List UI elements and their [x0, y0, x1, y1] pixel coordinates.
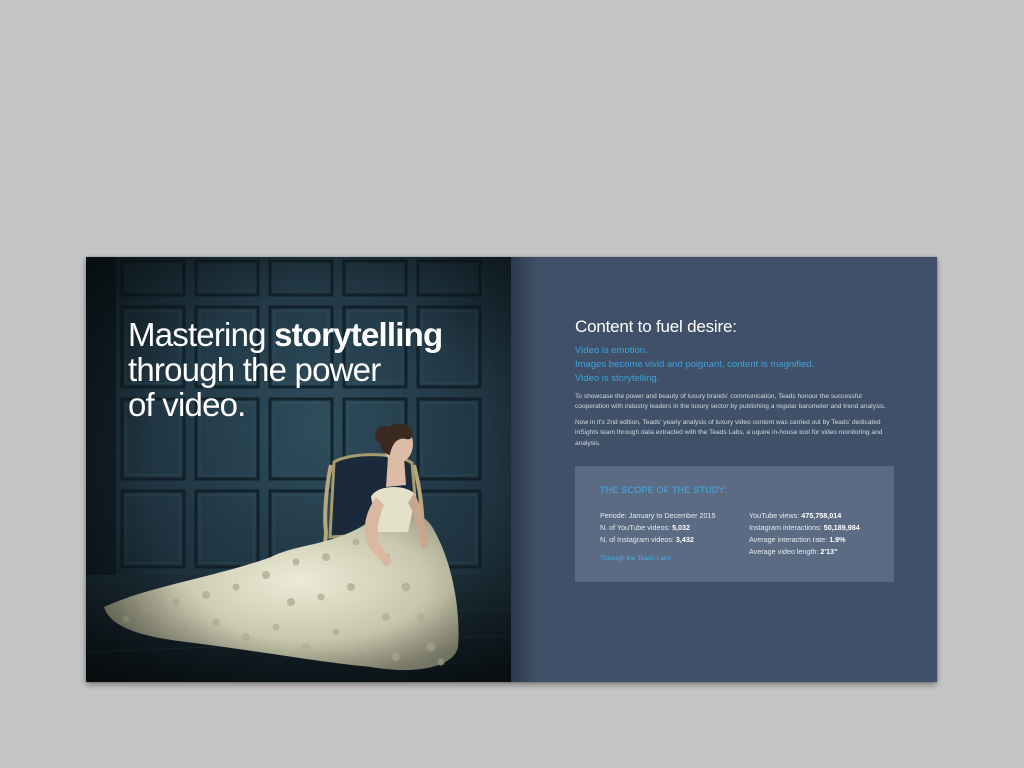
highlight-line: Video is emotion.	[575, 345, 648, 356]
brochure-spread: Mastering storytelling through the power…	[86, 257, 937, 682]
stat-item: N. of Instagram videos: 3,432	[600, 535, 694, 544]
headline-line2: through the power	[128, 351, 381, 388]
highlight-line: Images become vivid and poignant, conten…	[575, 359, 815, 370]
page-title: Content to fuel desire:	[575, 317, 737, 336]
stat-item: Instagram interactions: 50,189,984	[749, 523, 860, 532]
intro-paragraph: To showcase the power and beauty of luxu…	[575, 393, 886, 411]
headline-line3: of video.	[128, 386, 246, 423]
stat-item: Periode: January to December 2015	[600, 511, 716, 520]
scope-left-column: Periode: January to December 2015 N. of …	[600, 510, 715, 546]
edition-paragraph: Now in it's 2nd edition, Teads' yearly a…	[575, 419, 883, 447]
headline-bold: storytelling	[274, 316, 443, 353]
page-gutter-shadow	[511, 257, 537, 682]
highlight-lines: Video is emotion. Images become vivid an…	[575, 344, 814, 386]
stat-item: Average interaction rate: 1.9%	[749, 535, 846, 544]
stat-item: Average video length: 2'13"	[749, 547, 838, 556]
left-page: Mastering storytelling through the power…	[86, 257, 511, 682]
scope-title: THE SCOPE OF THE STUDY:	[600, 485, 727, 495]
scope-right-column: YouTube views: 475,758,014 Instagram int…	[749, 510, 860, 558]
headline: Mastering storytelling through the power…	[128, 316, 443, 423]
stat-item: YouTube views: 475,758,014	[749, 511, 842, 520]
headline-normal: Mastering	[128, 316, 275, 353]
stat-item: N. of YouTube videos: 5,032	[600, 523, 691, 532]
right-page: Content to fuel desire: Video is emotion…	[511, 257, 937, 682]
scope-box: THE SCOPE OF THE STUDY: Periode: January…	[575, 466, 894, 582]
teads-labs-link[interactable]: Through the Teads Labs	[600, 555, 671, 562]
highlight-line: Video is storytelling.	[575, 373, 660, 384]
